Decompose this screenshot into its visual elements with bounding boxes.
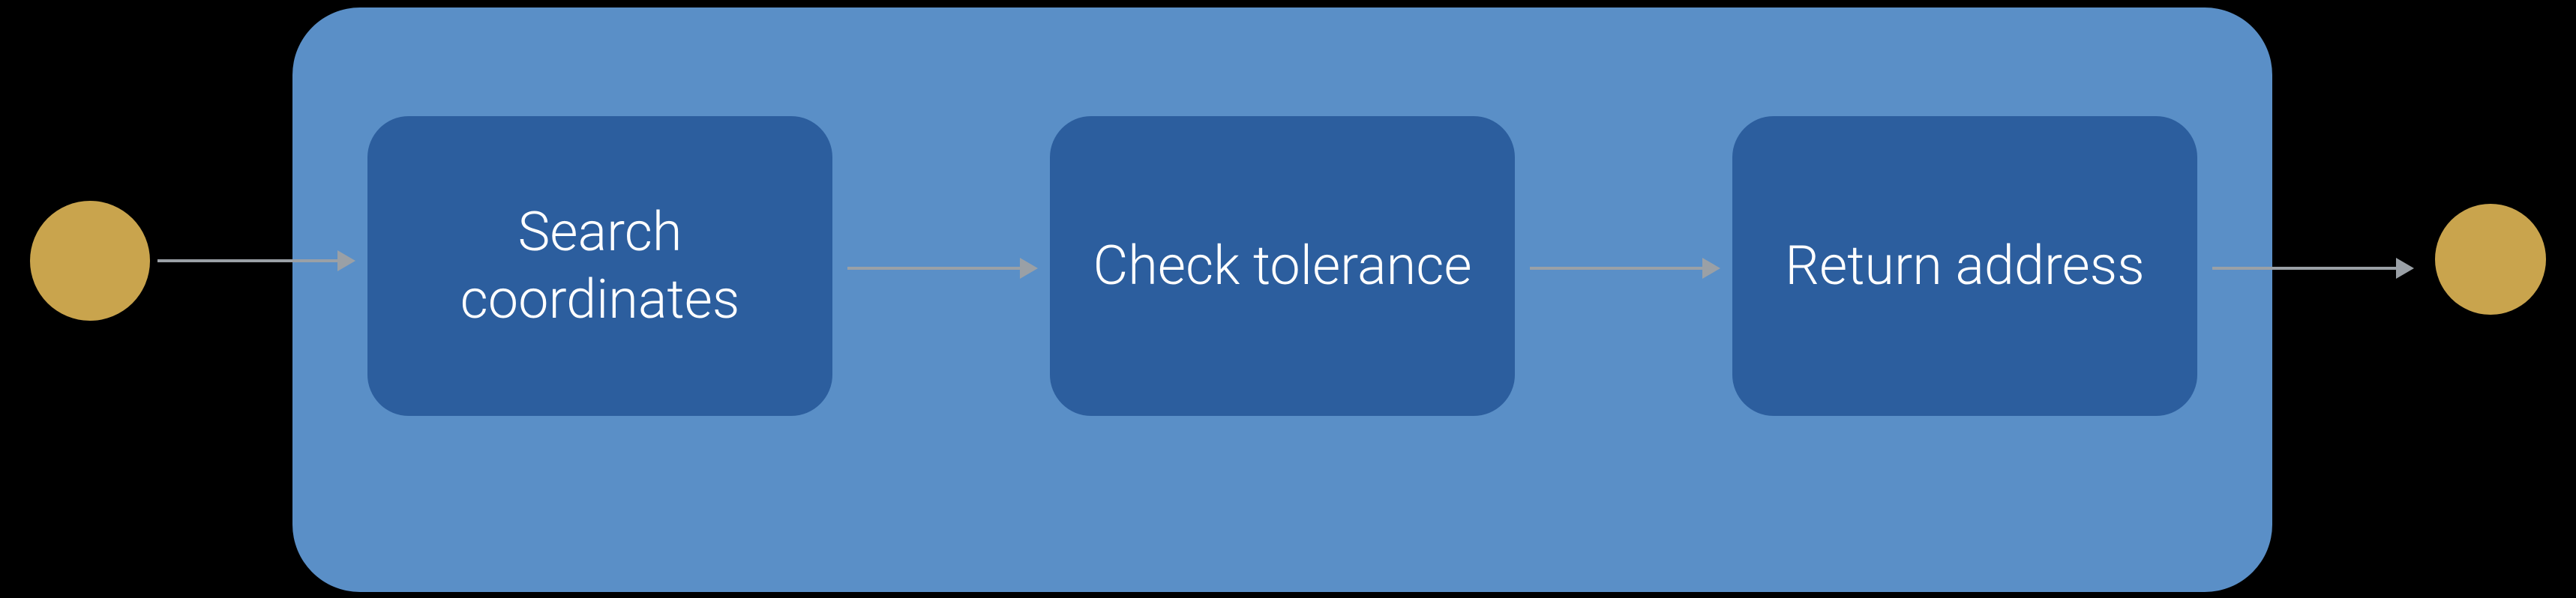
step-label: Check tolerance — [1093, 232, 1471, 300]
step-return-address: Return address — [1732, 116, 2197, 416]
step-label: Return address — [1785, 232, 2145, 300]
arrow-start-to-step1 — [157, 259, 352, 262]
end-node — [2435, 204, 2546, 315]
step-search-coordinates: Search coordinates — [367, 116, 832, 416]
step-check-tolerance: Check tolerance — [1050, 116, 1515, 416]
arrow-step3-to-end — [2212, 267, 2411, 270]
start-node — [30, 201, 150, 321]
step-label: Search coordinates — [397, 199, 802, 333]
arrow-step2-to-step3 — [1530, 267, 1717, 270]
arrow-step1-to-step2 — [847, 267, 1035, 270]
